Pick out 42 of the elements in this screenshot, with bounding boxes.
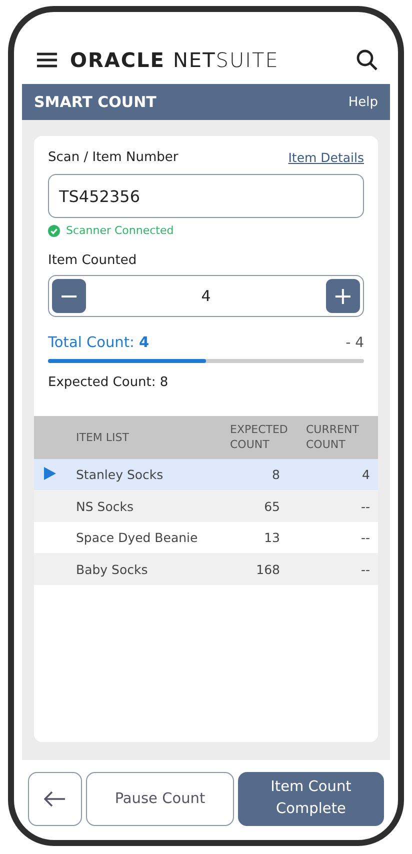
table-row[interactable]: Space Dyed Beanie 13 --	[34, 522, 378, 554]
table-cell: 8	[226, 458, 302, 490]
logo-text: NETSUITE	[172, 48, 279, 72]
field-label: Item Counted	[48, 253, 138, 268]
table-cell: 4	[302, 458, 378, 490]
table-cell: --	[302, 553, 378, 585]
table-cell: NS Socks	[72, 490, 226, 522]
input-field[interactable]: TS452356	[48, 174, 364, 218]
logo-text: ORACLE	[70, 48, 165, 72]
column-header: EXPECTED COUNT	[226, 416, 302, 459]
expected-count: Expected Count: 8	[48, 375, 170, 390]
check-icon	[48, 224, 60, 236]
table-cell: --	[302, 490, 378, 522]
decrement-button[interactable]: −	[52, 279, 86, 313]
table-row[interactable]: NS Socks 65 --	[34, 490, 378, 522]
complete-button[interactable]: Item Count Complete	[238, 772, 384, 826]
table-cell: 168	[226, 553, 302, 585]
menu-icon[interactable]	[36, 52, 58, 68]
table-cell: --	[302, 522, 378, 554]
back-arrow-icon	[44, 791, 66, 807]
count-difference: - 4	[346, 335, 364, 351]
total-count: Total Count: 4	[48, 335, 150, 351]
table-cell: 13	[226, 522, 302, 554]
item-details-link[interactable]: Item Details	[288, 150, 364, 165]
column-header: CURRENT COUNT	[302, 416, 378, 459]
increment-button[interactable]: +	[326, 279, 360, 313]
table-cell: Space Dyed Beanie	[72, 522, 226, 554]
help-link[interactable]: Help	[348, 94, 378, 110]
table-row[interactable]: Stanley Socks 8 4	[34, 458, 378, 490]
pause-count-button[interactable]: Pause Count	[86, 772, 234, 826]
back-button[interactable]	[28, 772, 82, 826]
table-row[interactable]: Baby Socks 168 --	[34, 553, 378, 585]
screen-title: SMART COUNT	[34, 93, 156, 111]
column-header: ITEM LIST	[72, 416, 226, 459]
scanner-status: Scanner Connected	[66, 224, 174, 237]
table-cell: Stanley Socks	[72, 458, 226, 490]
field-label: Scan / Item Number	[48, 150, 178, 165]
search-icon[interactable]	[356, 49, 378, 71]
table-cell: 65	[226, 490, 302, 522]
quantity-value: 4	[201, 287, 211, 305]
play-icon	[44, 466, 56, 480]
table-cell: Baby Socks	[72, 553, 226, 585]
